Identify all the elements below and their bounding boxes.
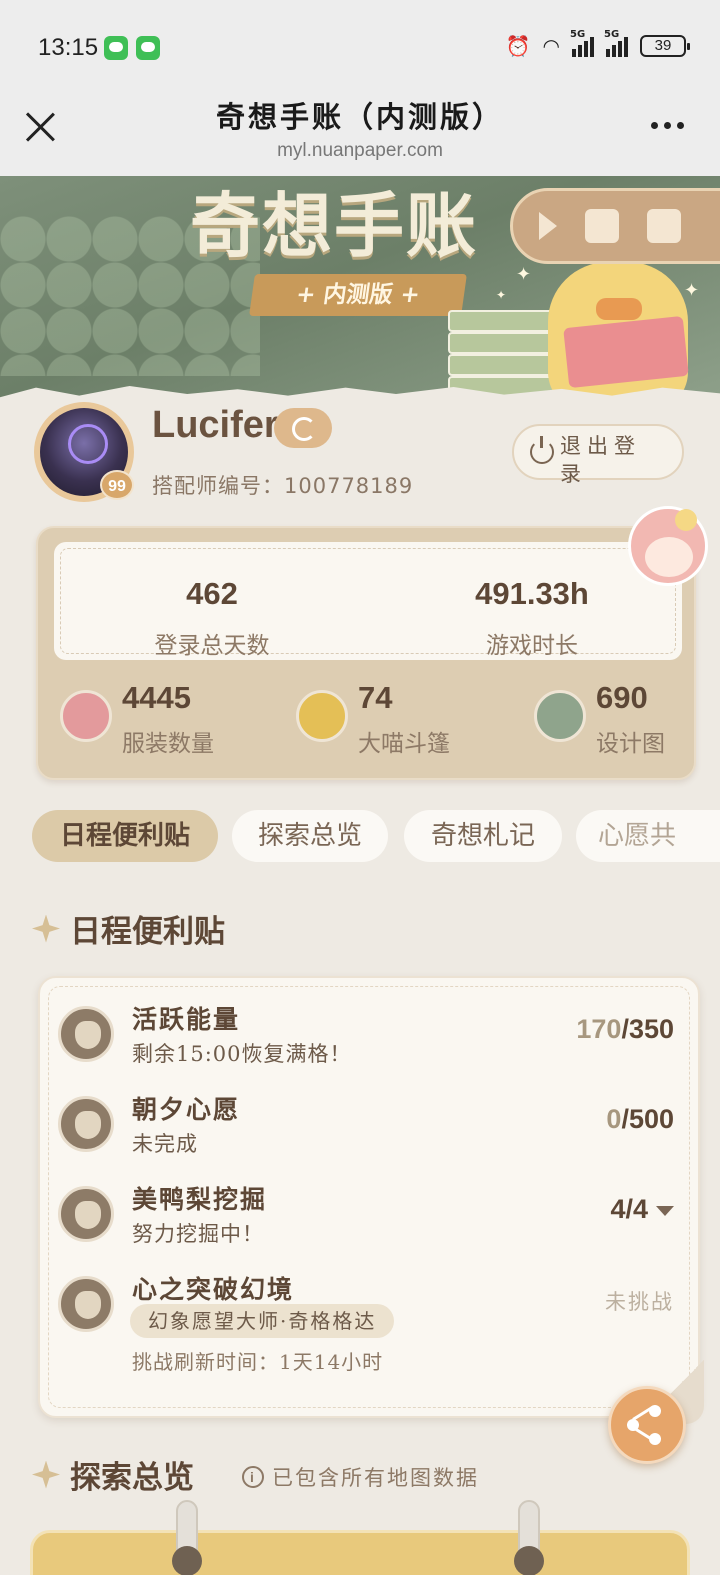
energy-value: 170/350 — [576, 1014, 674, 1044]
play-icon[interactable] — [539, 212, 557, 240]
sparkle-icon: ✦ — [684, 280, 700, 301]
cat-cloak-icon — [296, 690, 348, 742]
open-book-illustration — [563, 315, 689, 389]
page-title: 奇想手账（内测版） — [215, 100, 504, 134]
map-data-note: i 已包含所有地图数据 — [242, 1462, 479, 1492]
login-days-value: 462 — [186, 576, 238, 611]
play-time-value: 491.33h — [475, 576, 589, 611]
tab-notes[interactable]: 奇想札记 — [404, 810, 562, 862]
banner-shortcuts — [510, 188, 720, 264]
wish-value: 0/500 — [606, 1104, 674, 1134]
tab-schedule[interactable]: 日程便利贴 — [32, 810, 218, 862]
status-bar: 13:15 ⏰ ◠ 5G 5G 39 — [0, 0, 720, 96]
crossed-swords-icon — [58, 1276, 114, 1332]
level-badge: 99 — [100, 470, 134, 500]
designs-label: 设计图 — [596, 731, 665, 757]
outfits-label: 服装数量 — [122, 731, 214, 757]
info-icon: i — [242, 1466, 264, 1488]
designs-value: 690 — [596, 680, 648, 715]
signal-icon: 5G — [604, 29, 628, 57]
star-icon — [32, 1460, 60, 1489]
beta-badge: + 内测版 + — [249, 274, 467, 316]
binder-ring-icon — [172, 1500, 202, 1575]
login-days-label: 登录总天数 — [154, 633, 270, 659]
sparkle-icon: ✦ — [516, 264, 532, 285]
schedule-heading: 日程便利贴 — [32, 906, 225, 951]
more-menu-button[interactable] — [651, 122, 684, 129]
cloaks-value: 74 — [358, 680, 393, 715]
dig-value[interactable]: 4/4 — [610, 1194, 674, 1225]
star-icon — [32, 914, 60, 943]
map-location-icon[interactable] — [647, 209, 681, 243]
nav-bar: 奇想手账（内测版） myl.nuanpaper.com — [0, 86, 720, 176]
dig-basket-icon — [58, 1186, 114, 1242]
wechat-notification-icon — [104, 36, 128, 60]
chevron-down-icon[interactable] — [656, 1205, 674, 1216]
stats-card: 462 登录总天数 491.33h 游戏时长 4445 服装数量 74 大喵斗篷… — [36, 526, 696, 780]
boss-chip: 幻象愿望大师·奇格格达 — [130, 1304, 395, 1338]
power-icon — [530, 436, 554, 464]
explore-card — [30, 1530, 690, 1575]
alarm-icon: ⏰ — [505, 34, 531, 58]
cloaks-label: 大喵斗篷 — [358, 731, 450, 757]
designer-id: 搭配师编号：100778189 — [152, 474, 414, 498]
challenge-status: 未挑战 — [605, 1290, 674, 1314]
banner-title: 奇想手账 — [190, 184, 478, 267]
share-button[interactable] — [608, 1386, 686, 1464]
signal-icon: 5G — [570, 29, 594, 57]
outfits-value: 4445 — [122, 680, 191, 715]
stats-summary: 462 登录总天数 491.33h 游戏时长 — [54, 542, 682, 660]
tab-explore[interactable]: 探索总览 — [232, 810, 388, 862]
explore-heading: 探索总览 — [32, 1452, 194, 1497]
username: Lucifer — [152, 404, 279, 446]
wifi-icon: ◠ — [542, 34, 560, 58]
sparkle-icon: ✦ — [496, 288, 507, 302]
page-url: myl.nuanpaper.com — [277, 140, 443, 161]
logout-button[interactable]: 退出登录 — [512, 424, 684, 486]
binder-ring-icon — [514, 1500, 544, 1575]
hero-banner: 奇想手账 + 内测版 + ✦ ✦ ✦ — [0, 176, 720, 400]
graduation-mascot-icon[interactable] — [585, 209, 619, 243]
tab-wishes[interactable]: 心愿共 — [576, 810, 720, 862]
logout-label: 退出登录 — [560, 434, 641, 486]
play-time-label: 游戏时长 — [486, 633, 578, 659]
outfit-icon — [60, 690, 112, 742]
switch-account-button[interactable] — [274, 408, 332, 448]
energy-flame-icon — [58, 1006, 114, 1062]
wish-bottle-icon — [58, 1096, 114, 1152]
design-sheet-icon — [534, 690, 586, 742]
chibi-mascot-icon — [628, 506, 708, 586]
wechat-notification-icon — [136, 36, 160, 60]
battery-indicator: 39 — [640, 35, 690, 57]
status-time: 13:15 — [38, 34, 99, 61]
